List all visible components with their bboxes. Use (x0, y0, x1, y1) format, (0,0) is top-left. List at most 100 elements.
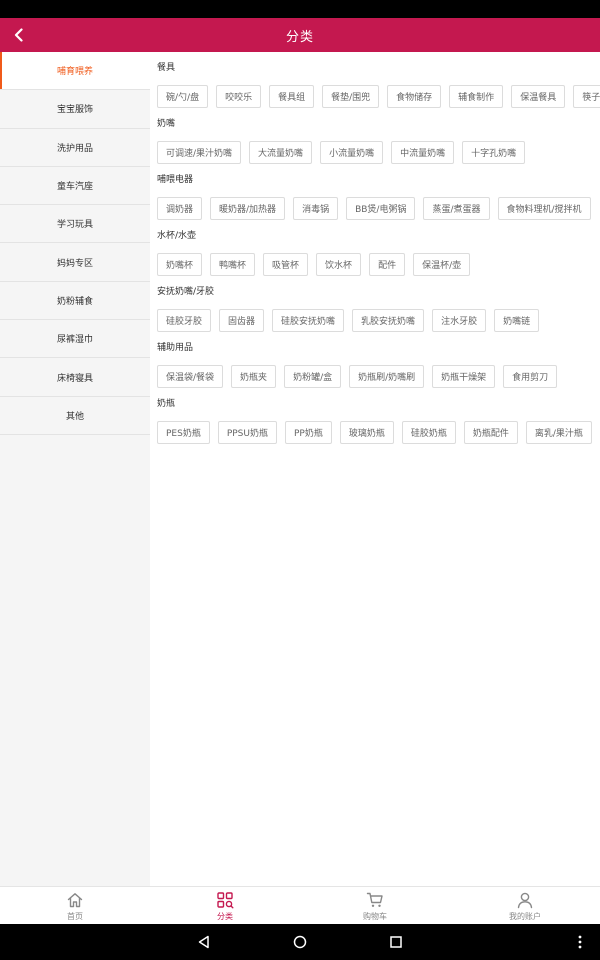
category-tag[interactable]: 食用剪刀 (503, 365, 558, 388)
tag-list: 硅胶牙胶 固齿器 硅胶安抚奶嘴 乳胶安抚奶嘴 注水牙胶 奶嘴链 (157, 309, 600, 332)
sidebar-item[interactable]: 其他 (0, 397, 150, 435)
sidebar-item[interactable]: 宝宝服饰 (0, 90, 150, 129)
category-tag[interactable]: 奶嘴链 (494, 309, 540, 332)
category-tag[interactable]: 注水牙胶 (432, 309, 487, 332)
category-content: 餐具 碗/勺/盘 咬咬乐 餐具组 餐垫/围兜 食物储存 辅食制作 保温餐具 筷子… (150, 52, 600, 886)
category-tag[interactable]: 配件 (369, 253, 406, 276)
category-tag[interactable]: 乳胶安抚奶嘴 (352, 309, 425, 332)
category-tag[interactable]: 筷子 (573, 85, 600, 108)
category-tag[interactable]: 食物储存 (387, 85, 442, 108)
category-tag[interactable]: 碗/勺/盘 (157, 85, 209, 108)
section-title: 辅助用品 (157, 343, 194, 353)
sidebar-item-label: 童车汽座 (56, 182, 93, 193)
tab-label: 我的账户 (509, 911, 541, 921)
category-section: 水杯/水壶 奶嘴杯 鸭嘴杯 吸管杯 饮水杯 配件 保温杯/壶 (157, 229, 600, 276)
category-tag[interactable]: 保温餐具 (511, 85, 566, 108)
category-tag[interactable]: 十字孔奶嘴 (462, 141, 526, 164)
category-section: 奶嘴 可调速/果汁奶嘴 大流量奶嘴 小流量奶嘴 中流量奶嘴 十字孔奶嘴 (157, 117, 600, 164)
category-tag[interactable]: 饮水杯 (316, 253, 362, 276)
tag-list: 保温袋/餐袋 奶瓶夹 奶粉罐/盒 奶瓶刷/奶嘴刷 奶瓶干燥架 食用剪刀 (157, 365, 600, 388)
sidebar-item[interactable]: 奶粉辅食 (0, 282, 150, 321)
category-tag[interactable]: 硅胶奶瓶 (401, 421, 456, 444)
category-tag[interactable]: 玻璃奶瓶 (339, 421, 394, 444)
category-tag[interactable]: 调奶器 (157, 197, 203, 220)
sidebar-item-label: 洗护用品 (56, 143, 93, 154)
tag-list: 调奶器 暖奶器/加热器 消毒锅 BB煲/电粥锅 蒸蛋/煮蛋器 食物料理机/搅拌机 (157, 197, 600, 220)
category-tag[interactable]: 吸管杯 (263, 253, 309, 276)
category-tag[interactable]: 消毒锅 (293, 197, 339, 220)
category-tag[interactable]: 固齿器 (219, 309, 265, 332)
tab-label: 购物车 (363, 911, 387, 921)
category-sidebar: 哺育喂养 宝宝服饰 洗护用品 童车汽座 学习玩具 妈妈专区 奶粉辅食 尿裤湿巾 … (0, 52, 150, 886)
sidebar-item-label: 宝宝服饰 (56, 105, 93, 116)
home-icon (65, 890, 85, 910)
category-tag[interactable]: 奶瓶干燥架 (432, 365, 496, 388)
category-tag[interactable]: PES奶瓶 (157, 421, 210, 444)
category-tag[interactable]: 离乳/果汁瓶 (525, 421, 592, 444)
category-tag[interactable]: 餐具组 (269, 85, 315, 108)
category-section: 哺喂电器 调奶器 暖奶器/加热器 消毒锅 BB煲/电粥锅 蒸蛋/煮蛋器 食物料理… (157, 173, 600, 220)
tab-home[interactable]: 首页 (0, 887, 150, 924)
sidebar-item[interactable]: 哺育喂养 (0, 52, 150, 91)
section-title: 水杯/水壶 (157, 231, 197, 241)
category-tag[interactable]: BB煲/电粥锅 (346, 197, 416, 220)
sidebar-item[interactable]: 妈妈专区 (0, 243, 150, 282)
sidebar-item-label: 哺育喂养 (56, 67, 93, 78)
tab-cart[interactable]: 购物车 (300, 887, 450, 924)
category-section: 辅助用品 保温袋/餐袋 奶瓶夹 奶粉罐/盒 奶瓶刷/奶嘴刷 奶瓶干燥架 食用剪刀 (157, 341, 600, 388)
app-header: 分类 (0, 18, 600, 52)
category-tag[interactable]: 咬咬乐 (216, 85, 262, 108)
category-tag[interactable]: PP奶瓶 (284, 421, 332, 444)
chevron-left-icon (14, 28, 23, 42)
category-tag[interactable]: 暖奶器/加热器 (210, 197, 286, 220)
category-tag[interactable]: 可调速/果汁奶嘴 (157, 141, 242, 164)
tab-category[interactable]: 分类 (150, 887, 300, 924)
user-icon (515, 890, 535, 910)
category-tag[interactable]: 奶瓶刷/奶嘴刷 (349, 365, 425, 388)
tab-account[interactable]: 我的账户 (450, 887, 600, 924)
section-title: 奶嘴 (157, 119, 176, 129)
category-icon (215, 890, 235, 910)
system-nav-bar (0, 924, 600, 960)
sidebar-item-label: 其他 (65, 411, 84, 422)
category-tag[interactable]: 中流量奶嘴 (391, 141, 455, 164)
sidebar-item[interactable]: 尿裤湿巾 (0, 320, 150, 359)
category-tag[interactable]: 保温杯/壶 (413, 253, 471, 276)
bottom-tab-bar: 首页 分类 购物车 我的账户 (0, 886, 600, 924)
sidebar-item[interactable]: 童车汽座 (0, 167, 150, 206)
tab-label: 分类 (217, 911, 233, 921)
section-title: 奶瓶 (157, 399, 176, 409)
overflow-menu-icon[interactable] (570, 932, 590, 952)
section-title: 安抚奶嘴/牙胶 (157, 287, 215, 297)
sidebar-item-label: 妈妈专区 (56, 258, 93, 269)
category-tag[interactable]: 硅胶牙胶 (157, 309, 212, 332)
category-tag[interactable]: 硅胶安抚奶嘴 (272, 309, 345, 332)
category-tag[interactable]: 奶嘴杯 (157, 253, 203, 276)
category-tag[interactable]: 小流量奶嘴 (320, 141, 384, 164)
category-tag[interactable]: 保温袋/餐袋 (157, 365, 224, 388)
category-tag[interactable]: 鸭嘴杯 (210, 253, 256, 276)
category-tag[interactable]: 奶瓶配件 (463, 421, 518, 444)
category-tag[interactable]: 奶粉罐/盒 (284, 365, 342, 388)
sidebar-item[interactable]: 学习玩具 (0, 205, 150, 244)
sidebar-item-label: 奶粉辅食 (56, 296, 93, 307)
sidebar-item-label: 尿裤湿巾 (56, 335, 93, 346)
category-section: 餐具 碗/勺/盘 咬咬乐 餐具组 餐垫/围兜 食物储存 辅食制作 保温餐具 筷子 (157, 61, 600, 108)
category-section: 奶瓶 PES奶瓶 PPSU奶瓶 PP奶瓶 玻璃奶瓶 硅胶奶瓶 奶瓶配件 离乳/果… (157, 397, 600, 444)
category-tag[interactable]: 餐垫/围兜 (322, 85, 380, 108)
page-title: 分类 (285, 29, 314, 45)
status-bar (0, 0, 600, 18)
back-button[interactable] (6, 22, 32, 48)
category-tag[interactable]: 奶瓶夹 (231, 365, 277, 388)
category-tag[interactable]: 辅食制作 (449, 85, 504, 108)
category-tag[interactable]: 大流量奶嘴 (249, 141, 313, 164)
category-tag[interactable]: PPSU奶瓶 (217, 421, 277, 444)
sidebar-item[interactable]: 洗护用品 (0, 129, 150, 167)
nav-home-icon[interactable] (290, 932, 310, 952)
category-tag[interactable]: 蒸蛋/煮蛋器 (423, 197, 490, 220)
sidebar-item[interactable]: 床椅寝具 (0, 358, 150, 397)
category-tag[interactable]: 食物料理机/搅拌机 (497, 197, 591, 220)
nav-back-icon[interactable] (194, 932, 214, 952)
tag-list: PES奶瓶 PPSU奶瓶 PP奶瓶 玻璃奶瓶 硅胶奶瓶 奶瓶配件 离乳/果汁瓶 (157, 421, 600, 444)
nav-recents-icon[interactable] (386, 932, 406, 952)
